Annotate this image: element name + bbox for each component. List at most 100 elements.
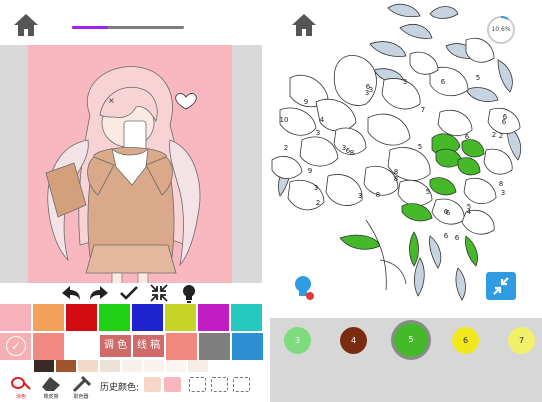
app-screenshot: × ✓ 调 色 线 稿 涂色 橡皮擦 取色器 历史颜色: 6 3 6 5 9 7… [0, 0, 542, 402]
color-swatch[interactable] [122, 360, 142, 372]
petal-number: 3 [342, 144, 346, 152]
petal-number: 9 [304, 98, 308, 106]
petal-number: 2 [316, 199, 320, 207]
petal-number: 8 [394, 175, 398, 183]
color-swatch[interactable] [100, 360, 120, 372]
mix-color-button[interactable]: 调 色 [100, 335, 131, 357]
petal-number: 7 [421, 106, 425, 114]
petal-number: 3 [501, 189, 505, 197]
color-swatch[interactable] [188, 360, 208, 372]
color-swatch[interactable] [33, 333, 64, 360]
number-color-label: 6 [462, 335, 469, 345]
color-swatch[interactable] [198, 304, 229, 331]
anime-girl-artwork: × [45, 66, 201, 283]
history-slot-empty[interactable] [211, 377, 228, 392]
confirm-button[interactable] [118, 282, 140, 304]
line-draft-button[interactable]: 线 稿 [133, 335, 164, 357]
history-color-1[interactable] [144, 377, 161, 392]
paint-bucket-icon [11, 377, 31, 390]
color-swatch[interactable] [78, 360, 98, 372]
color-swatch[interactable] [165, 304, 196, 331]
petal-number: 9 [308, 167, 312, 175]
color-swatch[interactable] [232, 333, 263, 360]
petal-number: 2 [284, 144, 288, 152]
petal-number: 6 [441, 78, 446, 86]
number-color-5[interactable]: 5 [394, 323, 428, 357]
bulb-icon [183, 285, 195, 303]
artwork-canvas[interactable]: × [28, 45, 232, 283]
color-swatch[interactable] [33, 304, 64, 331]
number-color-3[interactable]: 3 [284, 326, 311, 354]
petal-number: 3 [365, 89, 369, 97]
petal-number: 8 [376, 191, 380, 199]
petal-number: 2 [492, 131, 496, 139]
completion-arc-icon [500, 16, 509, 20]
hint-button[interactable] [178, 282, 200, 304]
petal-number: 6 [444, 232, 449, 240]
color-picker-button[interactable]: 取色器 [66, 373, 96, 402]
svg-text:×: × [108, 96, 115, 105]
petal-number: 2 [499, 132, 503, 140]
shrink-icon [150, 284, 168, 302]
redo-button[interactable] [88, 282, 110, 304]
home-icon [292, 14, 316, 36]
number-color-label: 3 [294, 335, 301, 345]
number-color-label: 5 [408, 335, 414, 344]
number-color-7[interactable]: 7 [508, 326, 535, 354]
history-colors-label: 历史颜色: [100, 383, 140, 393]
history-slot-empty[interactable] [233, 377, 250, 392]
home-button-right[interactable] [291, 13, 317, 37]
petal-number: 5 [476, 74, 480, 82]
petal-number: 3 [314, 184, 318, 192]
color-picker-label: 取色器 [73, 394, 89, 400]
petal-number: 8 [350, 149, 354, 157]
color-swatch[interactable] [231, 304, 262, 331]
petal-number: 3 [403, 78, 407, 86]
petal-number: 3 [358, 192, 362, 200]
color-swatch[interactable] [166, 333, 197, 360]
redo-icon [90, 286, 108, 300]
number-color-4[interactable]: 4 [340, 326, 367, 354]
petal-number: 8 [499, 180, 503, 188]
number-color-label: 7 [518, 335, 525, 345]
petal-number: 6 [446, 209, 451, 217]
shrink-view-button[interactable] [486, 272, 516, 300]
color-swatch[interactable] [144, 360, 164, 372]
eyedropper-icon [72, 375, 92, 393]
color-swatch[interactable] [34, 360, 54, 372]
shrink-arrows-icon [493, 277, 509, 295]
petal-number: 6 [465, 133, 470, 141]
home-button[interactable] [13, 13, 39, 37]
petal-number: 4 [320, 116, 325, 124]
flower-artwork[interactable]: 6365973410366326 8392688383 55663546 6282 [270, 0, 542, 318]
history-color-2[interactable] [164, 377, 181, 392]
number-color-label: 4 [350, 335, 357, 345]
shrink-button[interactable] [148, 282, 170, 304]
selected-check-icon: ✓ [6, 336, 26, 356]
home-icon [14, 14, 38, 36]
undo-button[interactable] [60, 282, 82, 304]
right-screen: 6 3 6 5 9 7 3 4 10 3 6 6 3 2 6 8 3 9 2 6 8 8 3 8 3 5 5 6 6 3 5 4 6 6 2 8 2 1… [270, 0, 542, 402]
number-color-6[interactable]: 6 [452, 326, 479, 354]
history-slot-empty[interactable] [189, 377, 206, 392]
eraser-icon [42, 377, 60, 391]
color-swatch[interactable] [199, 333, 230, 360]
number-color-bar: 3 4 5 6 7 [270, 318, 542, 402]
bulb-icon [295, 276, 314, 300]
petal-number: 4 [467, 208, 472, 216]
hint-bulb-button[interactable] [292, 274, 316, 302]
check-icon [120, 286, 138, 300]
color-swatch[interactable] [66, 304, 97, 331]
canvas-toolbar [56, 282, 206, 304]
petal-number: 6 [455, 234, 460, 242]
petal-number: 3 [316, 129, 320, 137]
color-swatch[interactable] [99, 304, 130, 331]
progress-fill [72, 26, 108, 29]
petal-number: 5 [426, 188, 430, 196]
petal-number: 6 [503, 113, 508, 121]
color-swatch[interactable] [166, 360, 186, 372]
color-swatch[interactable] [0, 304, 31, 331]
left-screen: × ✓ 调 色 线 稿 涂色 橡皮擦 取色器 历史颜色: [0, 0, 268, 402]
color-swatch[interactable] [132, 304, 163, 331]
color-swatch[interactable] [56, 360, 76, 372]
